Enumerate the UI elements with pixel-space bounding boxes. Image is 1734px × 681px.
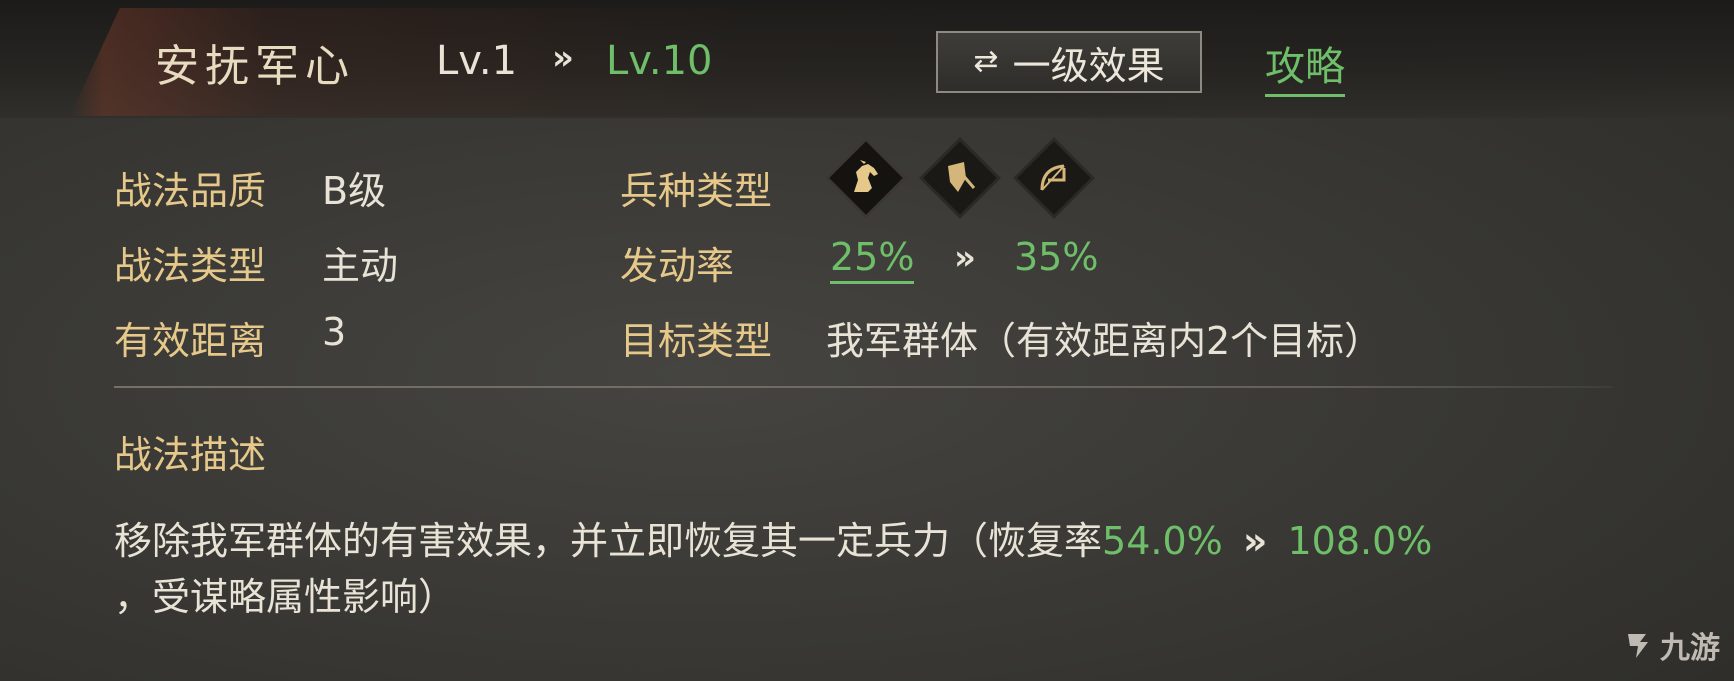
quality-label: 战法品质	[114, 169, 267, 213]
cavalry-icon[interactable]	[828, 140, 904, 216]
trigger-rate-label: 发动率	[620, 244, 735, 288]
rate-arrow-icon: »	[954, 238, 976, 278]
watermark-logo-icon	[1628, 634, 1648, 658]
toggle-button-label: 一级效果	[1012, 43, 1165, 88]
skill-type-label: 战法类型	[114, 244, 267, 288]
trigger-rate-from[interactable]: 25%	[830, 235, 915, 284]
target-type-label: 目标类型	[620, 319, 773, 363]
watermark-text: 九游	[1660, 631, 1720, 666]
heal-rate-from: 54.0%	[1102, 519, 1223, 563]
troop-type-icons	[828, 140, 1092, 216]
description-line-1: 移除我军群体的有害效果，并立即恢复其一定兵力（恢复率54.0% » 108.0%	[114, 510, 1432, 565]
level-from: Lv.1	[436, 38, 518, 84]
effect-level-toggle-button[interactable]: ⇄ 一级效果	[936, 31, 1202, 93]
range-value: 3	[322, 310, 347, 354]
trigger-rate-to: 35%	[1014, 235, 1099, 279]
heal-rate-to: 108.0%	[1287, 519, 1433, 563]
target-type-value: 我军群体（有效距离内2个目标）	[826, 319, 1383, 363]
troop-type-label: 兵种类型	[620, 169, 773, 213]
shield-icon[interactable]	[922, 140, 998, 216]
quality-value: B级	[322, 169, 387, 213]
description-heading: 战法描述	[114, 433, 267, 477]
skill-type-value: 主动	[322, 244, 399, 288]
range-label: 有效距离	[114, 319, 267, 363]
site-watermark: 九游	[1622, 623, 1720, 667]
description-text-1: 移除我军群体的有害效果，并立即恢复其一定兵力（恢复率	[114, 519, 1103, 563]
skill-title: 安抚军心	[155, 41, 355, 92]
section-divider	[114, 386, 1612, 388]
archer-icon[interactable]	[1016, 140, 1092, 216]
heal-rate-arrow-icon: »	[1242, 519, 1267, 563]
level-to: Lv.10	[606, 38, 713, 84]
swap-arrows-icon: ⇄	[973, 44, 999, 79]
description-line-2: ，受谋略属性影响）	[114, 575, 457, 619]
strategy-guide-link[interactable]: 攻略	[1265, 34, 1345, 97]
level-arrow-icon: »	[552, 38, 574, 78]
